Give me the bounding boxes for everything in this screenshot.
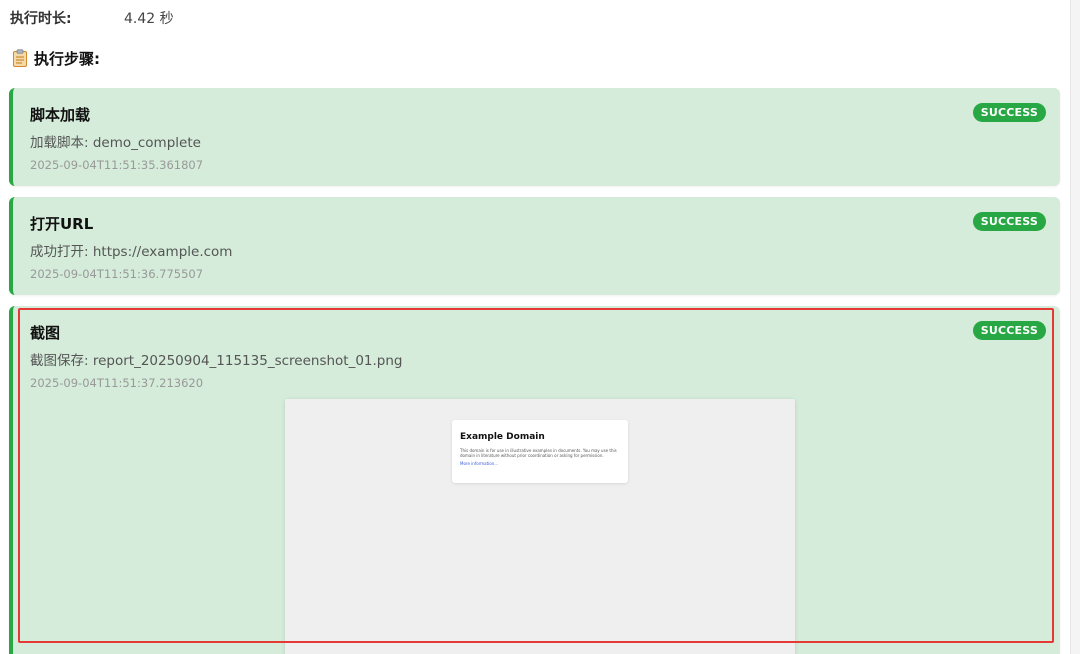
step-message: 加载脚本: demo_complete: [30, 135, 201, 151]
step-message: 成功打开: https://example.com: [30, 244, 233, 260]
step-card-screenshot: 截图 截图保存: report_20250904_115135_screensh…: [9, 306, 1060, 654]
preview-text: This domain is for use in illustrative e…: [460, 448, 617, 458]
duration-label: 执行时长:: [10, 11, 72, 27]
step-timestamp: 2025-09-04T11:51:36.775507: [30, 267, 204, 281]
step-timestamp: 2025-09-04T11:51:37.213620: [30, 376, 204, 390]
status-badge: SUCCESS: [972, 212, 1046, 231]
duration-row: 执行时长: 4.42 秒: [10, 8, 174, 28]
step-timestamp: 2025-09-04T11:51:35.361807: [30, 158, 204, 172]
step-card-script-load: 脚本加载 加载脚本: demo_complete 2025-09-04T11:5…: [9, 88, 1060, 186]
step-message: 截图保存: report_20250904_115135_screenshot_…: [30, 353, 403, 369]
report-page: 执行时长: 4.42 秒 执行步骤: 脚本加载 加载脚本: demo_compl…: [0, 0, 1080, 654]
status-badge: SUCCESS: [972, 103, 1046, 122]
step-name: 脚本加载: [30, 106, 91, 124]
preview-link: More information...: [460, 461, 499, 466]
steps-section-title: 执行步骤:: [12, 48, 100, 68]
duration-value: 4.42 秒: [124, 11, 174, 27]
step-name: 截图: [30, 324, 61, 342]
preview-title: Example Domain: [460, 432, 545, 442]
preview-page-card: Example Domain This domain is for use in…: [452, 420, 628, 483]
status-badge: SUCCESS: [972, 321, 1046, 340]
clipboard-icon: [13, 49, 27, 67]
screenshot-preview-image[interactable]: Example Domain This domain is for use in…: [285, 399, 795, 654]
scrollbar[interactable]: [1070, 0, 1080, 654]
step-name: 打开URL: [30, 215, 94, 233]
steps-title-text: 执行步骤:: [34, 49, 100, 68]
step-card-open-url: 打开URL 成功打开: https://example.com 2025-09-…: [9, 197, 1060, 295]
